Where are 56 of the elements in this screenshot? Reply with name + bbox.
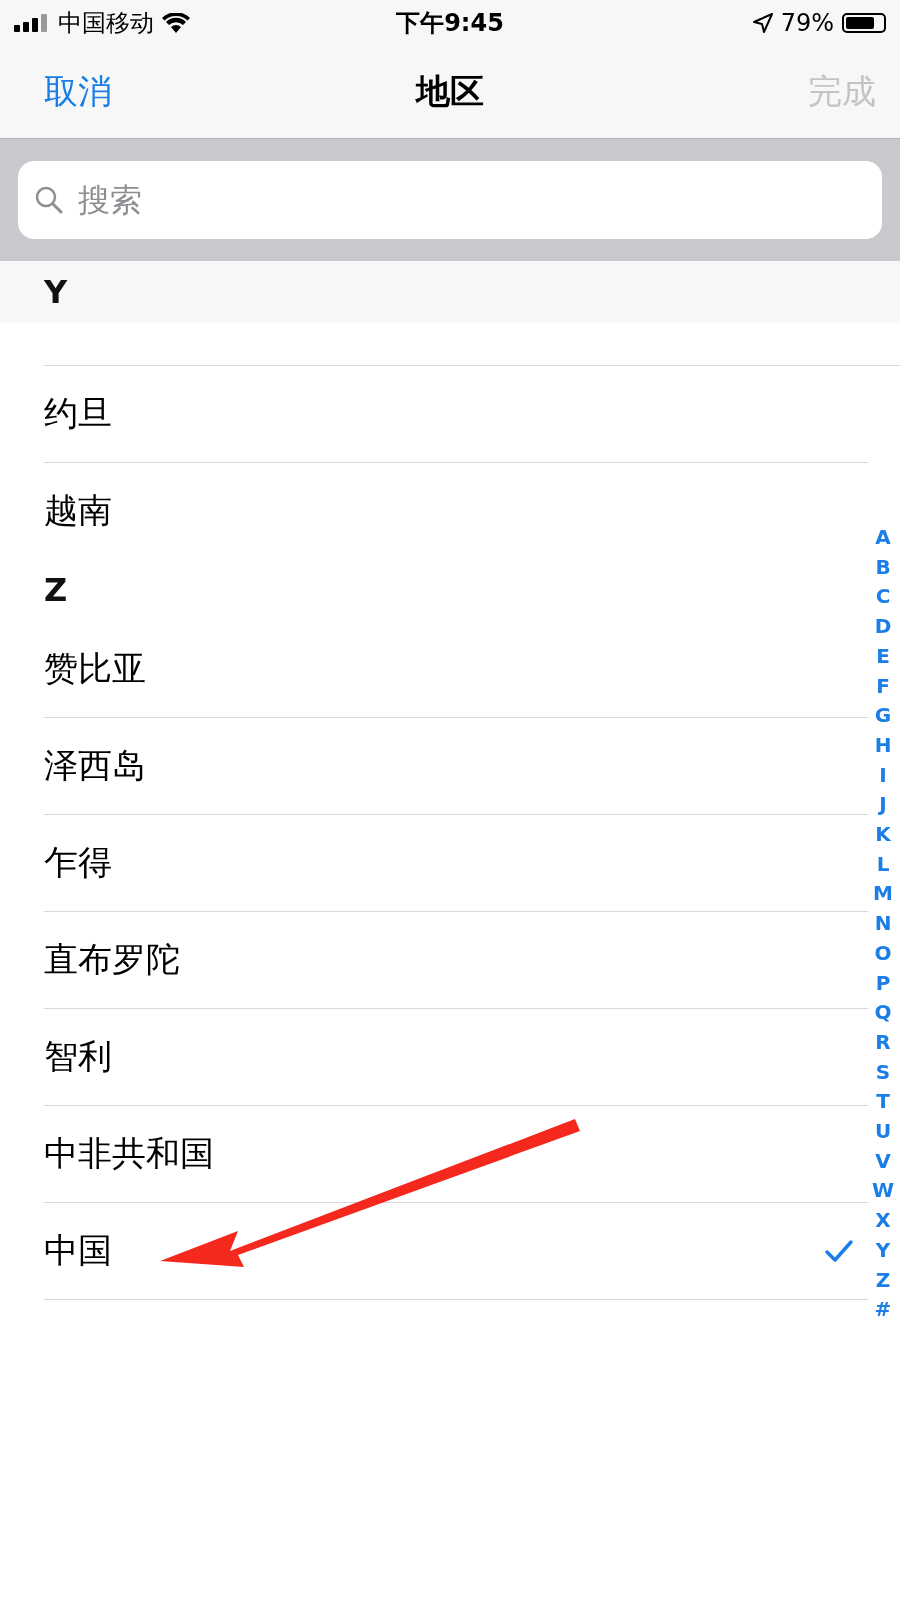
index-letter[interactable]: T — [876, 1087, 890, 1118]
index-letter[interactable]: X — [875, 1206, 891, 1236]
index-letter[interactable]: H — [874, 730, 892, 761]
index-letter[interactable]: Y — [875, 1235, 891, 1266]
search-icon — [34, 185, 64, 215]
index-letter[interactable]: A — [875, 523, 891, 553]
region-row[interactable]: 乍得 — [44, 815, 868, 912]
cancel-button[interactable]: 取消 — [44, 68, 112, 115]
region-name: 越南 — [44, 489, 112, 532]
region-row[interactable]: 泽西岛 — [44, 718, 868, 815]
index-letter[interactable]: O — [874, 938, 892, 969]
search-bar[interactable]: 搜索 — [18, 161, 882, 239]
index-letter[interactable]: V — [875, 1146, 891, 1177]
region-name: 泽西岛 — [44, 744, 146, 787]
signal-icon — [14, 13, 50, 32]
index-letter[interactable]: N — [874, 909, 892, 939]
section-header: Y — [0, 261, 900, 323]
index-letter[interactable]: C — [875, 582, 891, 613]
wifi-icon — [162, 12, 190, 33]
carrier-name: 中国移动 — [58, 7, 154, 39]
battery-percent: 79% — [780, 8, 834, 37]
index-letter[interactable]: K — [875, 820, 891, 850]
region-row[interactable]: 约旦 — [44, 366, 868, 463]
index-letter[interactable]: M — [873, 879, 893, 910]
index-letter[interactable]: L — [876, 849, 890, 880]
region-row[interactable]: 越南 — [44, 463, 868, 559]
index-letter[interactable]: W — [871, 1176, 895, 1207]
region-name: 赞比亚 — [44, 647, 146, 690]
region-name: 中非共和国 — [44, 1132, 214, 1175]
region-name: 约旦 — [44, 392, 112, 435]
index-letter[interactable]: I — [879, 760, 887, 791]
index-letter[interactable]: P — [875, 968, 891, 999]
status-time: 下午9:45 — [396, 7, 504, 39]
index-letter[interactable]: Z — [875, 1265, 891, 1296]
index-letter[interactable]: R — [875, 1027, 891, 1058]
index-letter[interactable]: Q — [874, 998, 892, 1028]
region-row[interactable]: 智利 — [44, 1009, 868, 1106]
region-row[interactable]: 直布罗陀 — [44, 912, 868, 1009]
index-letter[interactable]: F — [876, 671, 890, 702]
index-letter[interactable]: B — [875, 552, 891, 583]
region-row[interactable]: 赞比亚 — [44, 621, 868, 718]
index-letter[interactable]: U — [874, 1117, 892, 1147]
region-name: 智利 — [44, 1035, 112, 1078]
region-name: 直布罗陀 — [44, 938, 180, 981]
region-name: 乍得 — [44, 841, 112, 884]
index-letter[interactable]: G — [874, 701, 892, 731]
index-letter[interactable]: S — [875, 1057, 891, 1088]
section-header: Z — [43, 570, 69, 611]
index-letter[interactable]: J — [879, 790, 887, 821]
nav-title: 地区 — [416, 69, 484, 113]
index-letter[interactable]: D — [874, 612, 892, 642]
index-letter[interactable]: E — [876, 641, 890, 672]
index-letter[interactable]: # — [874, 1295, 892, 1325]
battery-icon — [842, 12, 886, 33]
region-name: 中国 — [44, 1229, 112, 1272]
location-icon — [752, 12, 773, 33]
